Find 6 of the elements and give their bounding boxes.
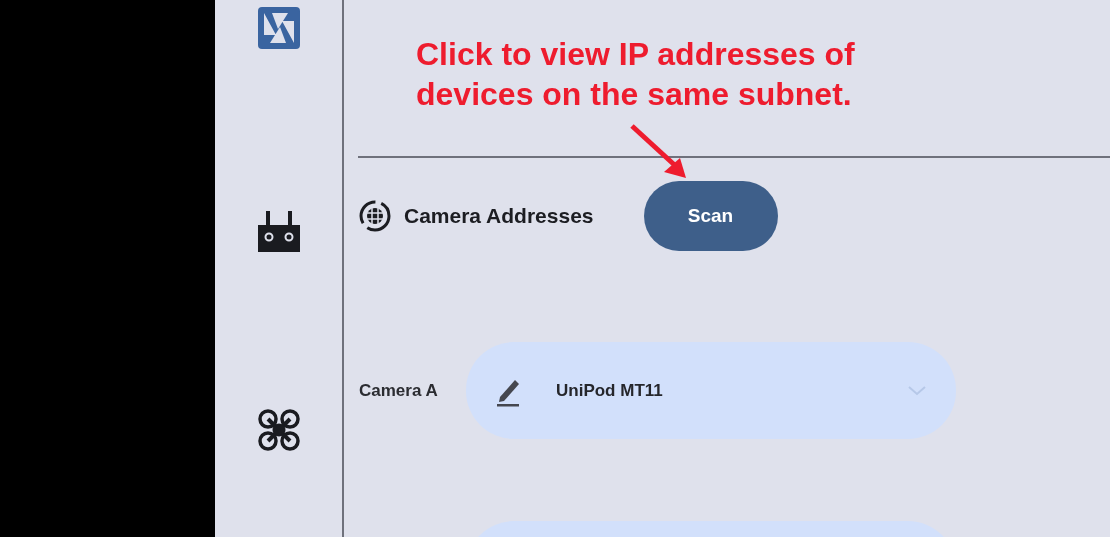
- camera-dropdown[interactable]: UniPod MT11: [466, 342, 956, 439]
- camera-label: Camera A: [359, 380, 439, 401]
- annotation-text: Click to view IP addresses of: [416, 35, 856, 74]
- annotation-text: devices on the same subnet.: [416, 75, 853, 114]
- scan-button[interactable]: Scan: [643, 181, 778, 251]
- section-title: Camera Addresses: [404, 204, 594, 228]
